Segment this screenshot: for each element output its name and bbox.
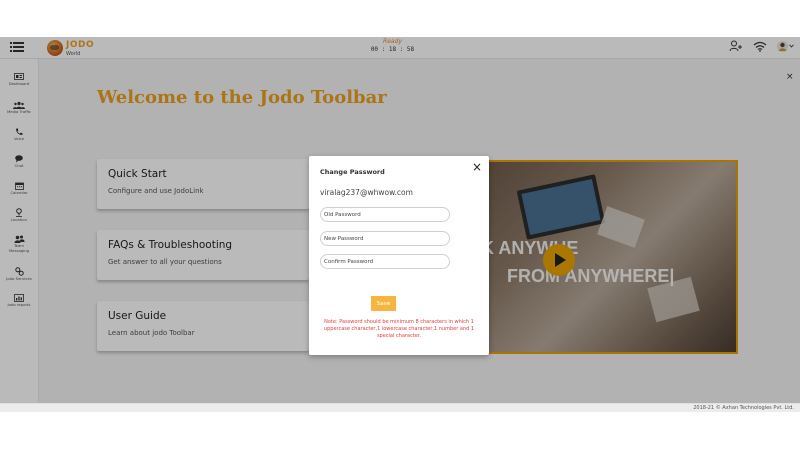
save-button[interactable]: Save [371, 296, 396, 311]
dialog-close-icon[interactable]: × [472, 161, 482, 173]
copyright-text: 2018-21 © Axhan Technologies Pvt. Ltd. [693, 405, 794, 411]
footer: 2018-21 © Axhan Technologies Pvt. Ltd. [0, 403, 800, 412]
close-icon[interactable]: × [786, 73, 794, 82]
old-password-input[interactable] [320, 207, 450, 222]
password-rules-note: Note: Password should be minimum 8 chara… [323, 319, 475, 339]
change-password-dialog: Change Password × viralag237@whwow.com S… [309, 156, 489, 355]
dialog-title: Change Password [320, 168, 385, 176]
confirm-password-input[interactable] [320, 254, 450, 269]
new-password-input[interactable] [320, 231, 450, 246]
account-email: viralag237@whwow.com [320, 188, 413, 197]
